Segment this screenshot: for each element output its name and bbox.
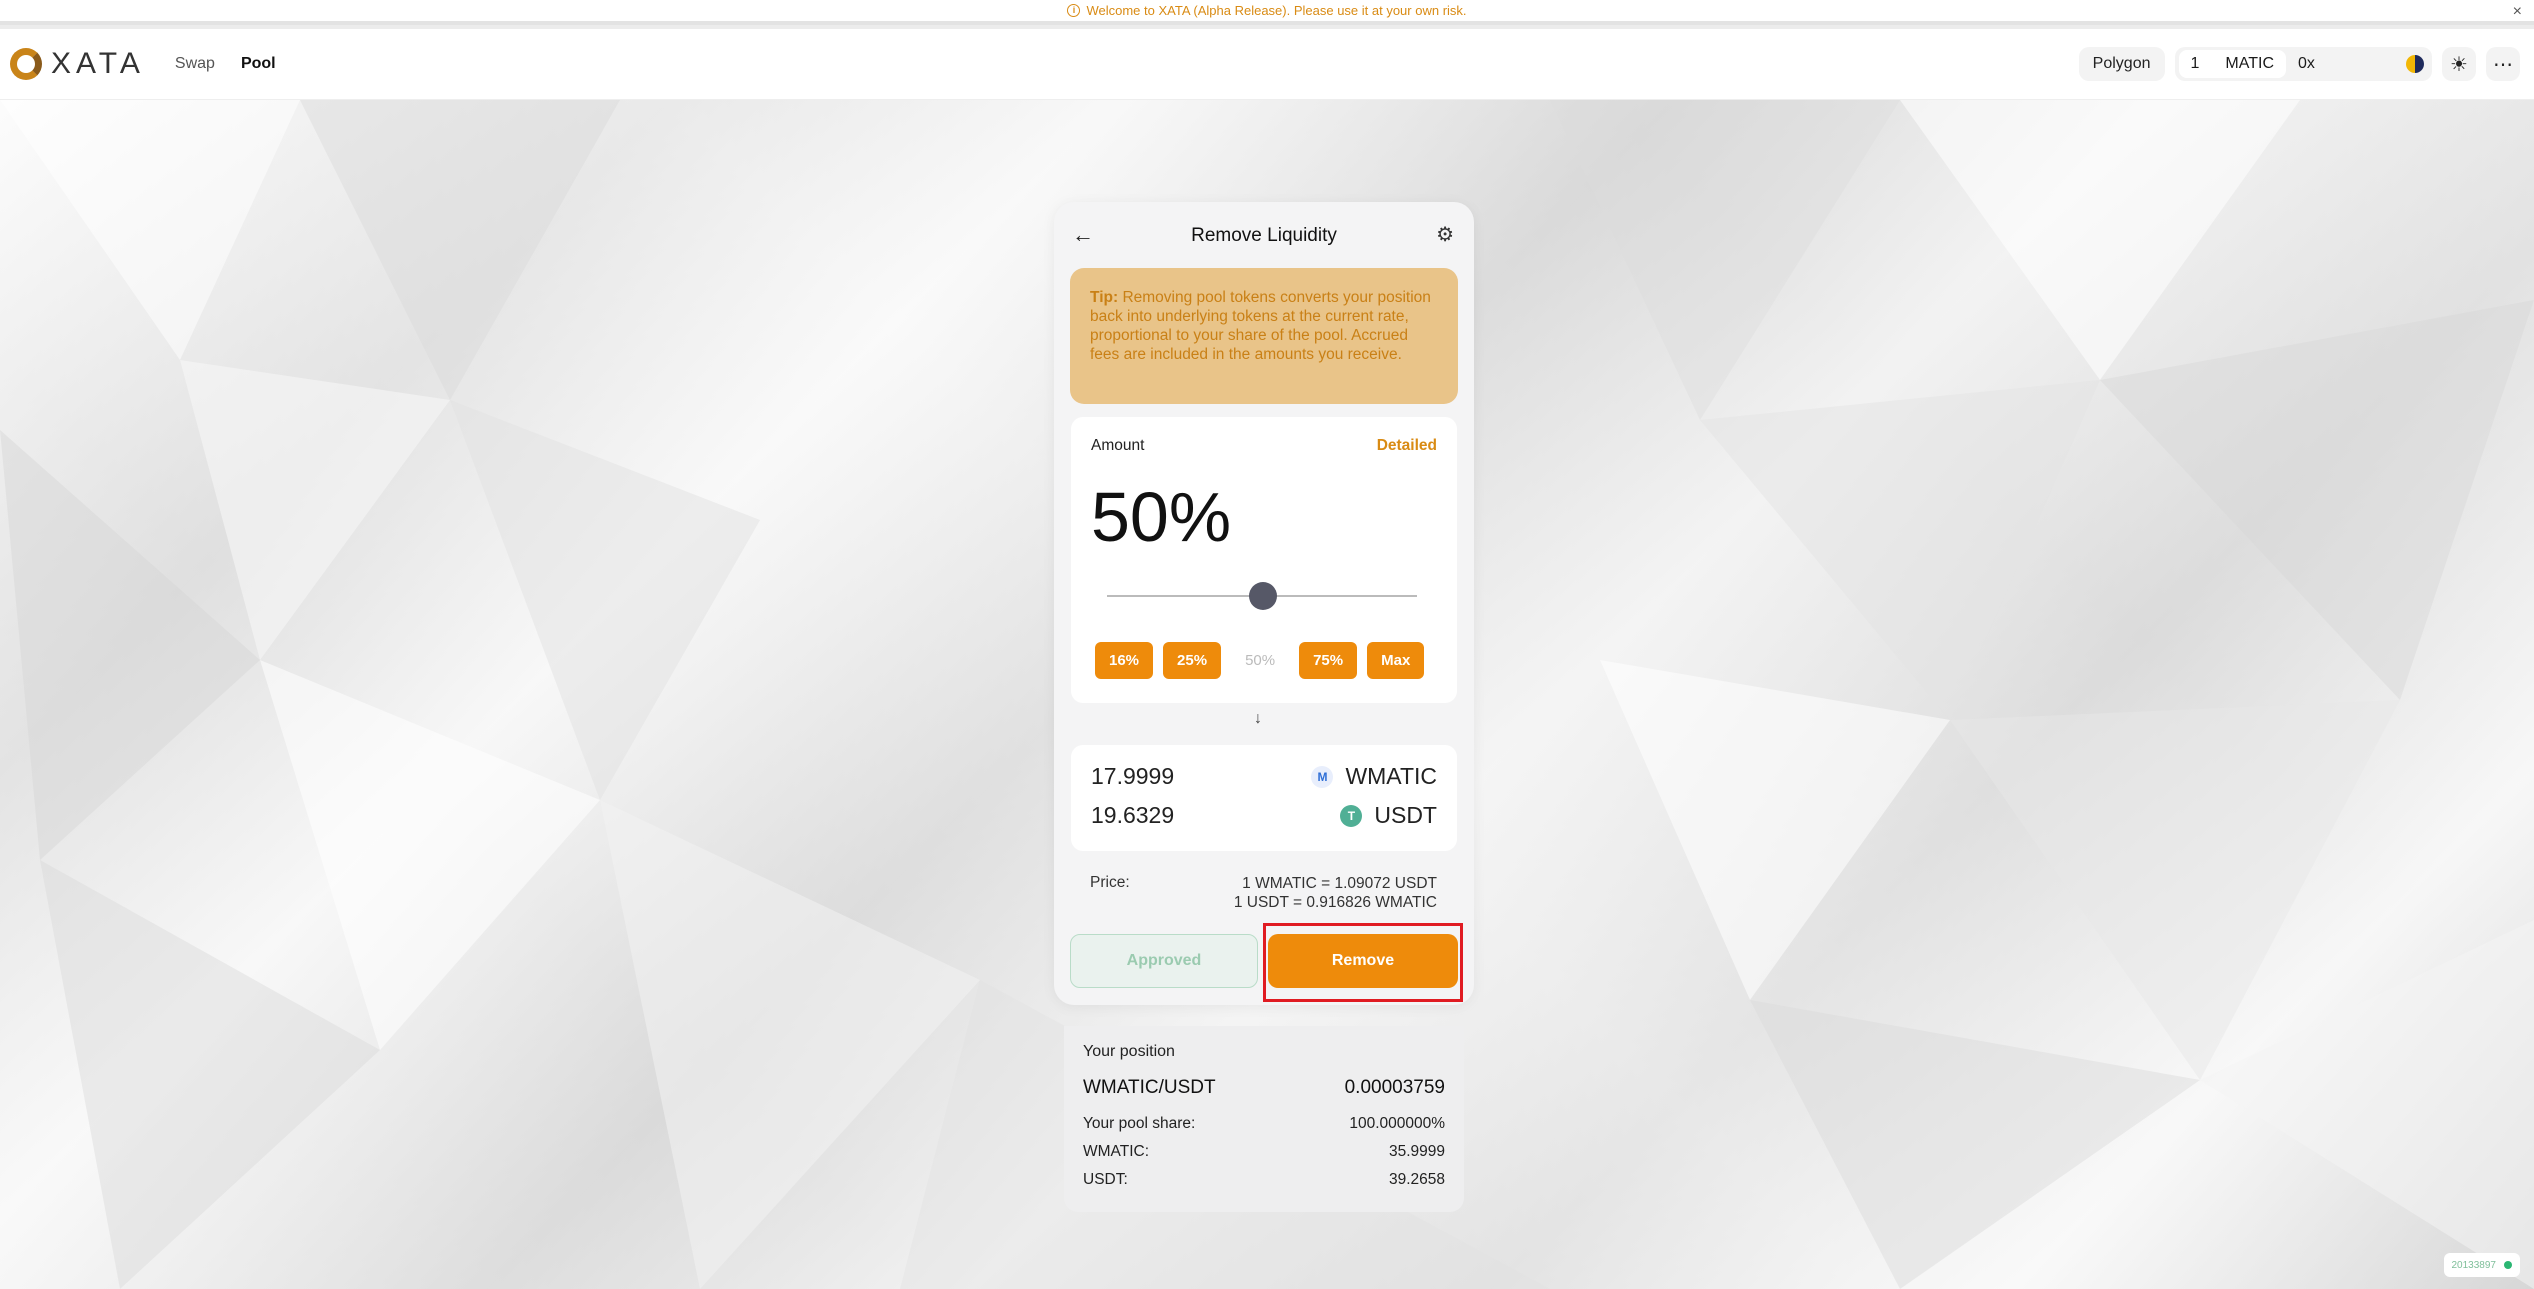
position-lp-amount: 0.00003759 (1344, 1077, 1445, 1098)
wallet-avatar-icon (2406, 55, 2424, 73)
position-row-value: 100.000000% (1349, 1115, 1445, 1132)
position-row: Your pool share: 100.000000% (1083, 1115, 1445, 1133)
usdt-icon: T (1340, 804, 1363, 827)
status-dot-icon (2504, 1261, 2512, 1269)
banner-message: Welcome to XATA (Alpha Release). Please … (1086, 3, 1467, 18)
detailed-toggle[interactable]: Detailed (1377, 437, 1437, 455)
output-row-usdt: 19.6329 T USDT (1091, 802, 1437, 829)
position-row: WMATIC: 35.9999 (1083, 1143, 1445, 1161)
logo-text: XATA (51, 47, 145, 80)
nav-pool[interactable]: Pool (241, 55, 276, 73)
slider-thumb[interactable] (1249, 582, 1277, 610)
amount-slider[interactable] (1107, 582, 1417, 610)
more-menu-icon[interactable]: ⋯ (2486, 47, 2520, 81)
alpha-banner: i Welcome to XATA (Alpha Release). Pleas… (0, 0, 2534, 25)
position-row-value: 35.9999 (1388, 1143, 1445, 1160)
settings-gear-icon[interactable]: ⚙ (1436, 222, 1454, 247)
output-amount: 17.9999 (1091, 763, 1175, 789)
logo-ring-icon (10, 48, 42, 80)
top-header: XATA Swap Pool Polygon 1 MATIC 0x ☀ ⋯ (0, 29, 2534, 100)
block-number: 20133897 (2451, 1259, 2497, 1271)
xata-logo[interactable]: XATA (10, 47, 145, 81)
price-line-2: 1 USDT = 0.916826 WMATIC (1233, 894, 1437, 911)
preset-max-button[interactable]: Max (1367, 642, 1425, 679)
theme-toggle-sun-icon[interactable]: ☀ (2442, 47, 2476, 81)
amount-percent: 50% (1091, 478, 1232, 556)
position-pair: WMATIC/USDT (1083, 1077, 1216, 1098)
remove-liquidity-card: ← Remove Liquidity ⚙ Tip: Removing pool … (1054, 202, 1474, 1005)
approved-button: Approved (1070, 934, 1258, 988)
card-header: ← Remove Liquidity ⚙ (1054, 222, 1474, 252)
wallet-address: 0x (2298, 55, 2315, 72)
preset-25-button[interactable]: 25% (1163, 642, 1222, 679)
network-selector[interactable]: Polygon (2078, 47, 2165, 81)
preset-16-button[interactable]: 16% (1095, 642, 1154, 679)
position-row-label: USDT: (1083, 1171, 1128, 1188)
wmatic-icon: M (1311, 765, 1334, 788)
output-token: M WMATIC (1311, 763, 1437, 790)
preset-75-button[interactable]: 75% (1299, 642, 1358, 679)
amount-panel: Amount Detailed 50% 16% 25% 50% 75% Max (1071, 417, 1457, 703)
preset-50-button[interactable]: 50% (1231, 642, 1290, 679)
output-symbol: USDT (1374, 802, 1437, 828)
remove-button-highlight (1263, 923, 1463, 1002)
position-row-label: WMATIC: (1083, 1143, 1150, 1160)
account-widget[interactable]: 1 MATIC 0x (2174, 47, 2432, 81)
your-position-card: Your position WMATIC/USDT 0.00003759 You… (1064, 1026, 1464, 1212)
balance-amount: 1 (2190, 55, 2200, 72)
position-row-value: 39.2658 (1388, 1171, 1445, 1188)
block-status: 20133897 (2443, 1253, 2520, 1277)
tip-text: Removing pool tokens converts your posit… (1090, 289, 1431, 363)
position-row: USDT: 39.2658 (1083, 1171, 1445, 1189)
output-token: T USDT (1340, 802, 1437, 829)
output-panel: 17.9999 M WMATIC 19.6329 T USDT (1071, 745, 1457, 851)
price-label: Price: (1090, 874, 1130, 891)
main-nav: Swap Pool (175, 55, 276, 73)
balance-symbol: MATIC (2225, 55, 2274, 72)
amount-label: Amount (1091, 437, 1145, 454)
close-icon[interactable]: × (2513, 3, 2522, 21)
price-values: 1 WMATIC = 1.09072 USDT 1 USDT = 0.91682… (1234, 874, 1437, 912)
info-icon: i (1067, 4, 1081, 17)
nav-swap[interactable]: Swap (175, 55, 215, 73)
output-symbol: WMATIC (1345, 763, 1437, 789)
card-title: Remove Liquidity (1191, 225, 1337, 246)
tip-box: Tip: Removing pool tokens converts your … (1070, 268, 1458, 404)
position-row-label: Your pool share: (1083, 1115, 1196, 1132)
output-amount: 19.6329 (1091, 802, 1175, 828)
preset-buttons: 16% 25% 50% 75% Max (1095, 642, 1425, 679)
arrow-down-icon: ↓ (1254, 710, 1262, 727)
price-line-1: 1 WMATIC = 1.09072 USDT (1242, 875, 1437, 892)
balance-display: 1 MATIC (2178, 50, 2286, 78)
output-row-wmatic: 17.9999 M WMATIC (1091, 763, 1437, 790)
header-actions: Polygon 1 MATIC 0x ☀ ⋯ (2078, 47, 2520, 81)
position-title: Your position (1083, 1043, 1175, 1060)
tip-label: Tip: (1090, 289, 1119, 306)
